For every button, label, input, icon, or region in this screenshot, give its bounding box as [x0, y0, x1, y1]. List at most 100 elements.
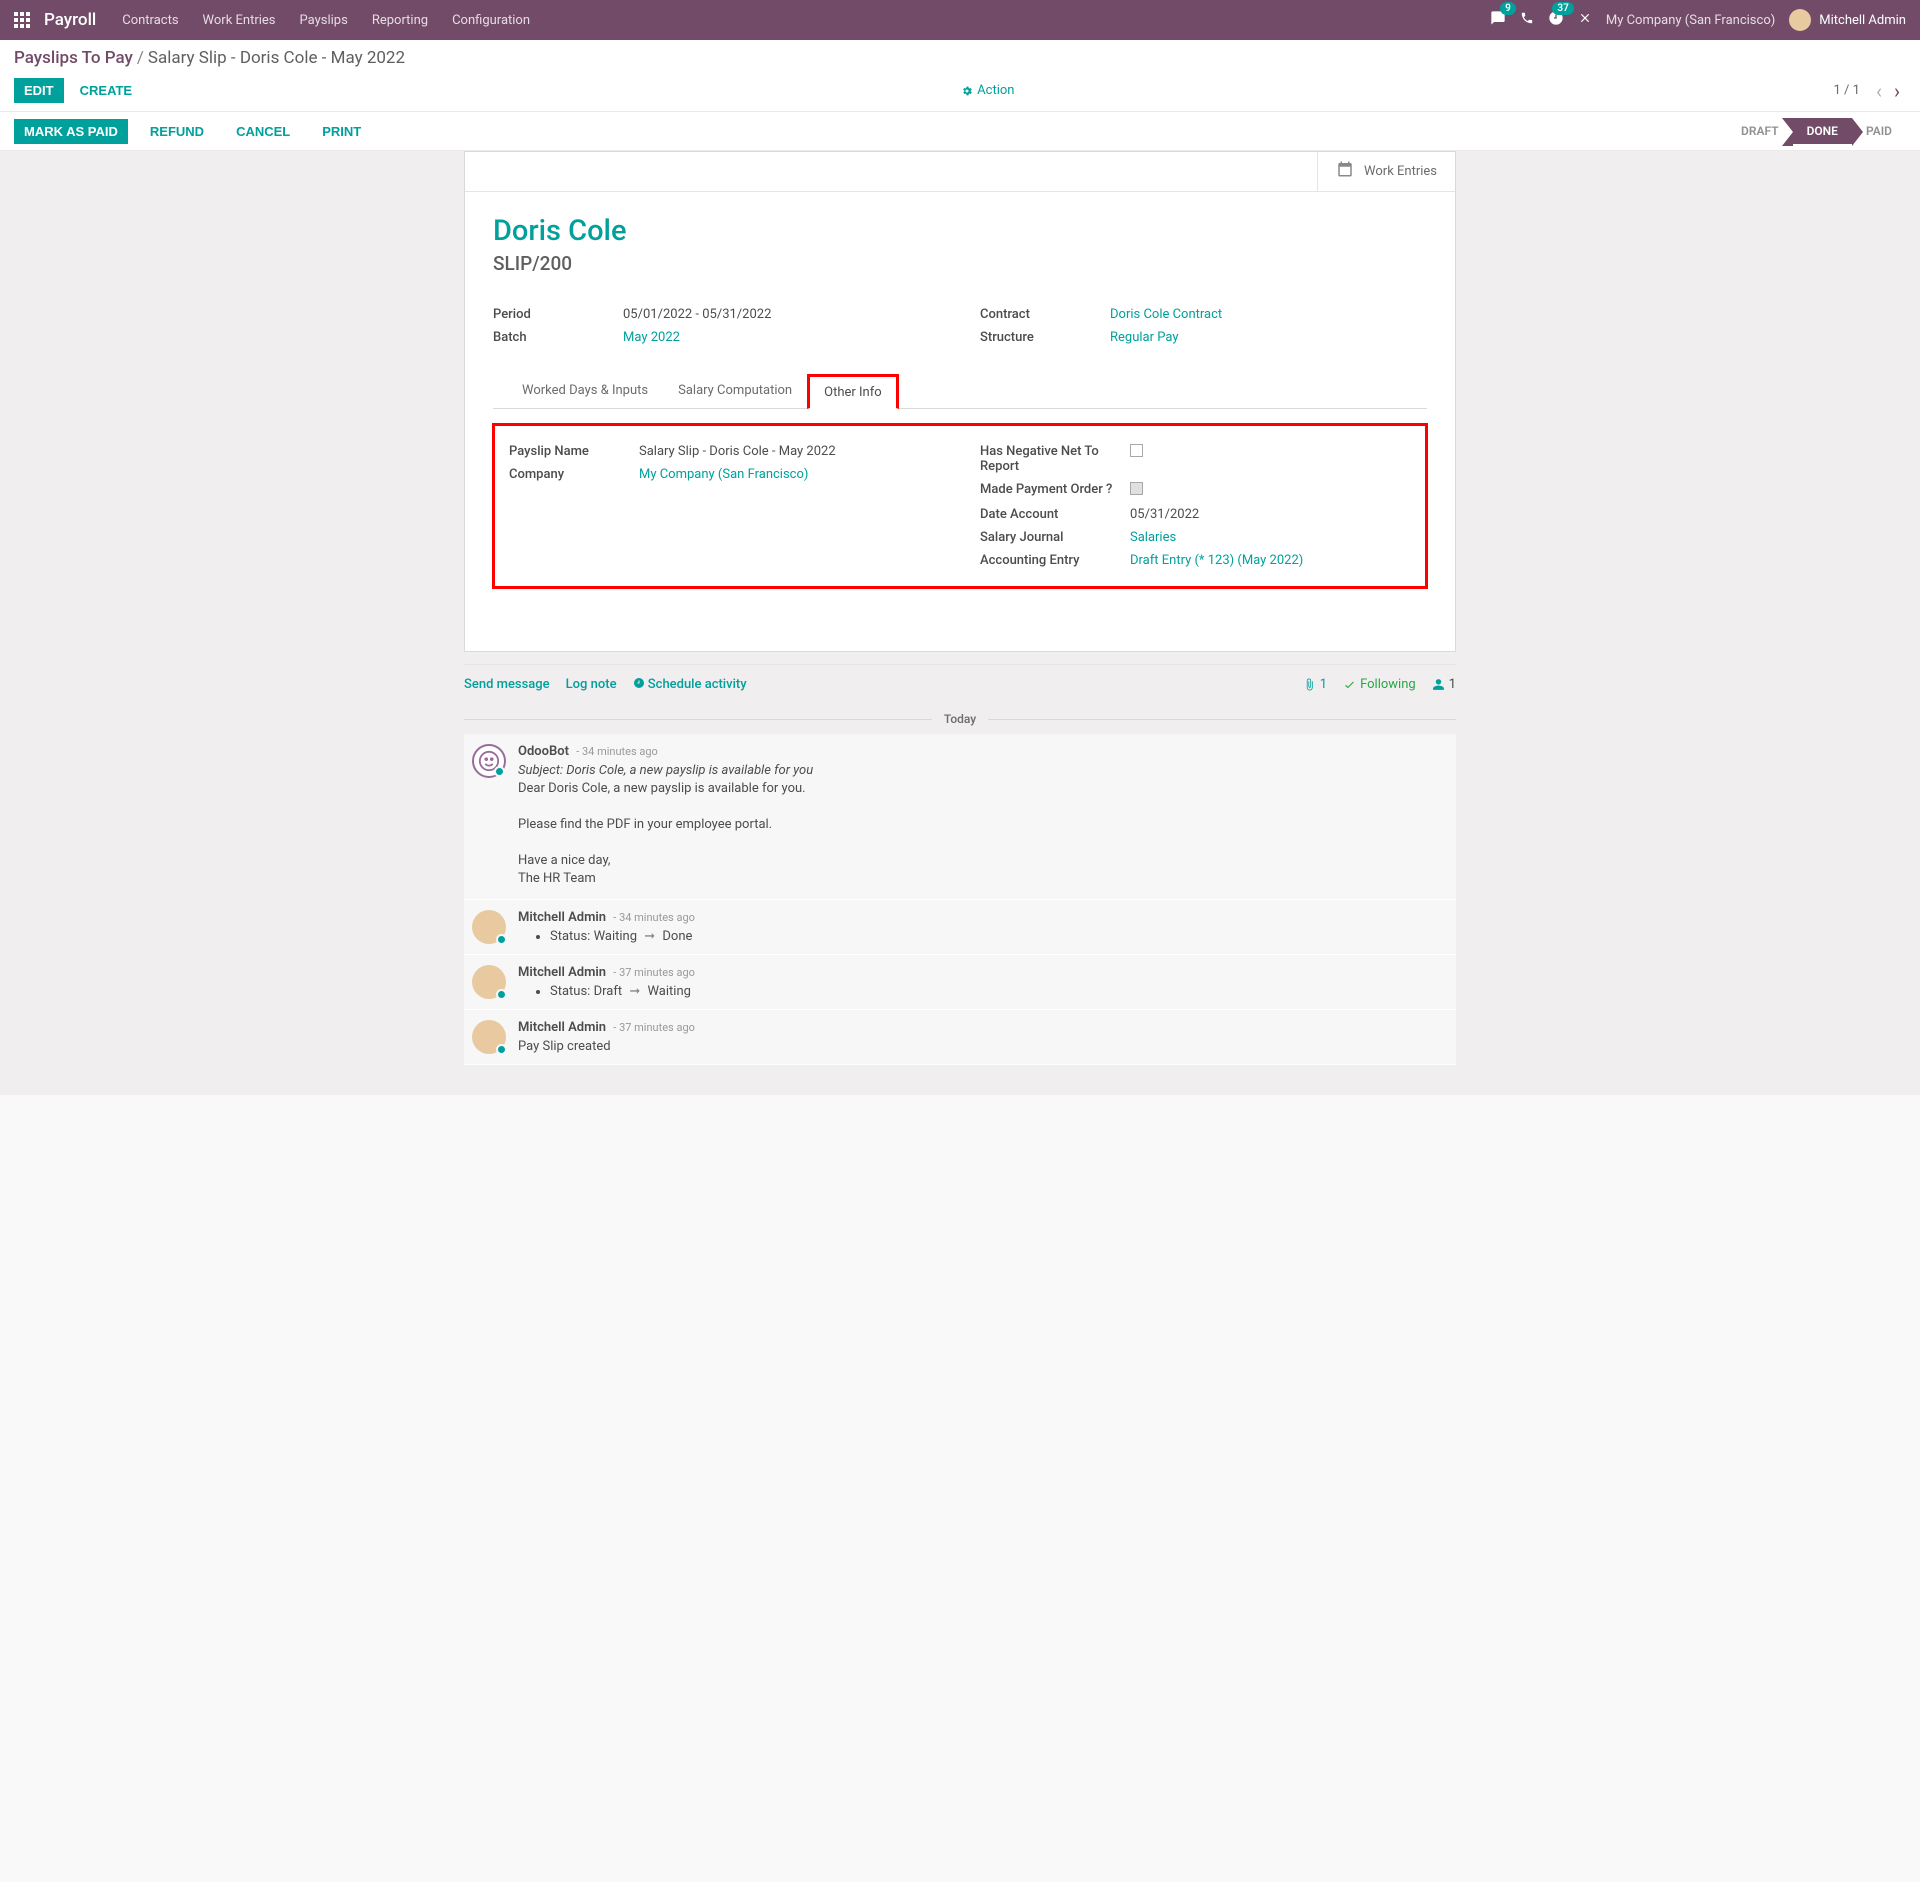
- message-author[interactable]: OdooBot: [518, 744, 569, 759]
- tracking-changes: Status: Waiting ➞ Done: [550, 929, 1448, 944]
- gear-icon: [961, 85, 973, 97]
- date-separator-label: Today: [932, 712, 988, 726]
- accounting-entry-label: Accounting Entry: [980, 553, 1130, 568]
- activities-badge: 37: [1552, 2, 1573, 15]
- clock-icon: [633, 677, 645, 689]
- structure-label: Structure: [980, 330, 1110, 345]
- check-icon: [1343, 678, 1356, 691]
- highlight-box: Payslip Name Salary Slip - Doris Cole - …: [492, 423, 1428, 589]
- message-time: - 37 minutes ago: [613, 1021, 695, 1034]
- message-line: Dear Doris Cole, a new payslip is availa…: [518, 781, 1448, 796]
- company-switcher[interactable]: My Company (San Francisco): [1606, 13, 1775, 28]
- structure-link[interactable]: Regular Pay: [1110, 330, 1179, 345]
- avatar-user-icon: [472, 965, 506, 999]
- schedule-activity-button[interactable]: Schedule activity: [633, 677, 747, 692]
- pager[interactable]: 1 / 1: [1834, 83, 1860, 98]
- period-value: 05/01/2022 - 05/31/2022: [623, 307, 940, 322]
- contract-label: Contract: [980, 307, 1110, 322]
- app-brand[interactable]: Payroll: [44, 10, 96, 30]
- create-button[interactable]: CREATE: [70, 78, 142, 103]
- apps-icon[interactable]: [14, 12, 30, 28]
- tab-worked-days[interactable]: Worked Days & Inputs: [507, 374, 663, 409]
- tracking-field: Status:: [550, 984, 590, 999]
- send-message-button[interactable]: Send message: [464, 677, 550, 692]
- accounting-entry-link[interactable]: Draft Entry (* 123) (May 2022): [1130, 553, 1303, 568]
- followers-button[interactable]: 1: [1432, 677, 1456, 692]
- nav-payslips[interactable]: Payslips: [300, 13, 348, 28]
- work-entries-label: Work Entries: [1364, 164, 1437, 179]
- message: Mitchell Admin - 37 minutes ago Status: …: [464, 955, 1456, 1010]
- messaging-icon[interactable]: 9: [1490, 10, 1506, 30]
- phone-icon[interactable]: [1520, 11, 1534, 29]
- message-author[interactable]: Mitchell Admin: [518, 910, 606, 925]
- cancel-button[interactable]: CANCEL: [226, 119, 300, 144]
- date-separator: Today: [464, 712, 1456, 726]
- mark-as-paid-button[interactable]: MARK AS PAID: [14, 119, 128, 144]
- message-author[interactable]: Mitchell Admin: [518, 965, 606, 980]
- action-menu[interactable]: Action: [961, 83, 1014, 98]
- date-account-value: 05/31/2022: [1130, 507, 1411, 522]
- message: OdooBot - 34 minutes ago Subject: Doris …: [464, 734, 1456, 900]
- contract-link[interactable]: Doris Cole Contract: [1110, 307, 1222, 322]
- nav-links: Contracts Work Entries Payslips Reportin…: [122, 13, 530, 28]
- nav-right: 9 37 My Company (San Francisco) Mitchell…: [1490, 9, 1906, 31]
- pager-next-icon[interactable]: ›: [1888, 79, 1906, 103]
- pager-prev-icon[interactable]: ‹: [1870, 79, 1888, 103]
- button-box: Work Entries: [465, 152, 1455, 192]
- attachments-button[interactable]: 1: [1303, 677, 1327, 692]
- date-account-label: Date Account: [980, 507, 1130, 522]
- form-sheet: Work Entries Doris Cole SLIP/200 Period …: [464, 151, 1456, 652]
- schedule-activity-label: Schedule activity: [648, 677, 747, 692]
- action-label: Action: [977, 83, 1014, 98]
- message-time: - 34 minutes ago: [613, 911, 695, 924]
- journal-label: Salary Journal: [980, 530, 1130, 545]
- tab-other-info[interactable]: Other Info: [807, 374, 899, 409]
- following-button[interactable]: Following: [1343, 677, 1416, 692]
- message-author[interactable]: Mitchell Admin: [518, 1020, 606, 1035]
- avatar-user-icon: [472, 1020, 506, 1054]
- batch-link[interactable]: May 2022: [623, 330, 680, 345]
- tracking-old: Draft: [594, 984, 623, 999]
- nav-configuration[interactable]: Configuration: [452, 13, 530, 28]
- message-time: - 37 minutes ago: [613, 966, 695, 979]
- message-line: Have a nice day,: [518, 853, 1448, 868]
- nav-work-entries[interactable]: Work Entries: [203, 13, 276, 28]
- tracking-old: Waiting: [594, 929, 637, 944]
- payslip-name-value: Salary Slip - Doris Cole - May 2022: [639, 444, 940, 459]
- neg-net-checkbox[interactable]: [1130, 444, 1143, 457]
- print-button[interactable]: PRINT: [312, 119, 371, 144]
- paperclip-icon: [1303, 678, 1316, 691]
- refund-button[interactable]: REFUND: [140, 119, 214, 144]
- status-step-paid[interactable]: PAID: [1852, 118, 1906, 144]
- debug-icon[interactable]: [1578, 11, 1592, 29]
- tab-salary-computation[interactable]: Salary Computation: [663, 374, 807, 409]
- calendar-icon: [1336, 160, 1354, 183]
- status-step-done[interactable]: DONE: [1793, 118, 1852, 144]
- status-steps: DRAFT DONE PAID: [1727, 118, 1906, 144]
- nav-reporting[interactable]: Reporting: [372, 13, 428, 28]
- breadcrumb-back[interactable]: Payslips To Pay: [14, 48, 133, 68]
- tracking-changes: Status: Draft ➞ Waiting: [550, 984, 1448, 999]
- arrow-right-icon: ➞: [644, 929, 655, 944]
- message-subject: Subject: Doris Cole, a new payslip is av…: [518, 763, 1448, 778]
- work-entries-stat-button[interactable]: Work Entries: [1317, 152, 1455, 191]
- attachments-count: 1: [1320, 677, 1327, 692]
- message-content: Dear Doris Cole, a new payslip is availa…: [518, 781, 1448, 886]
- activities-icon[interactable]: 37: [1548, 10, 1564, 30]
- status-bar: MARK AS PAID REFUND CANCEL PRINT DRAFT D…: [0, 112, 1920, 151]
- journal-link[interactable]: Salaries: [1130, 530, 1176, 545]
- chatter: Send message Log note Schedule activity …: [464, 664, 1456, 1065]
- log-note-button[interactable]: Log note: [566, 677, 617, 692]
- tabs: Worked Days & Inputs Salary Computation …: [493, 373, 1427, 409]
- avatar-bot-icon: [472, 744, 506, 778]
- company-label: Company: [509, 467, 639, 482]
- user-menu[interactable]: Mitchell Admin: [1789, 9, 1906, 31]
- breadcrumb-sep: /: [137, 48, 144, 68]
- edit-button[interactable]: EDIT: [14, 78, 64, 103]
- neg-net-label: Has Negative Net To Report: [980, 444, 1130, 474]
- tracking-new: Done: [662, 929, 692, 944]
- company-link[interactable]: My Company (San Francisco): [639, 467, 808, 482]
- tracking-new: Waiting: [647, 984, 690, 999]
- nav-contracts[interactable]: Contracts: [122, 13, 178, 28]
- following-label: Following: [1360, 677, 1416, 692]
